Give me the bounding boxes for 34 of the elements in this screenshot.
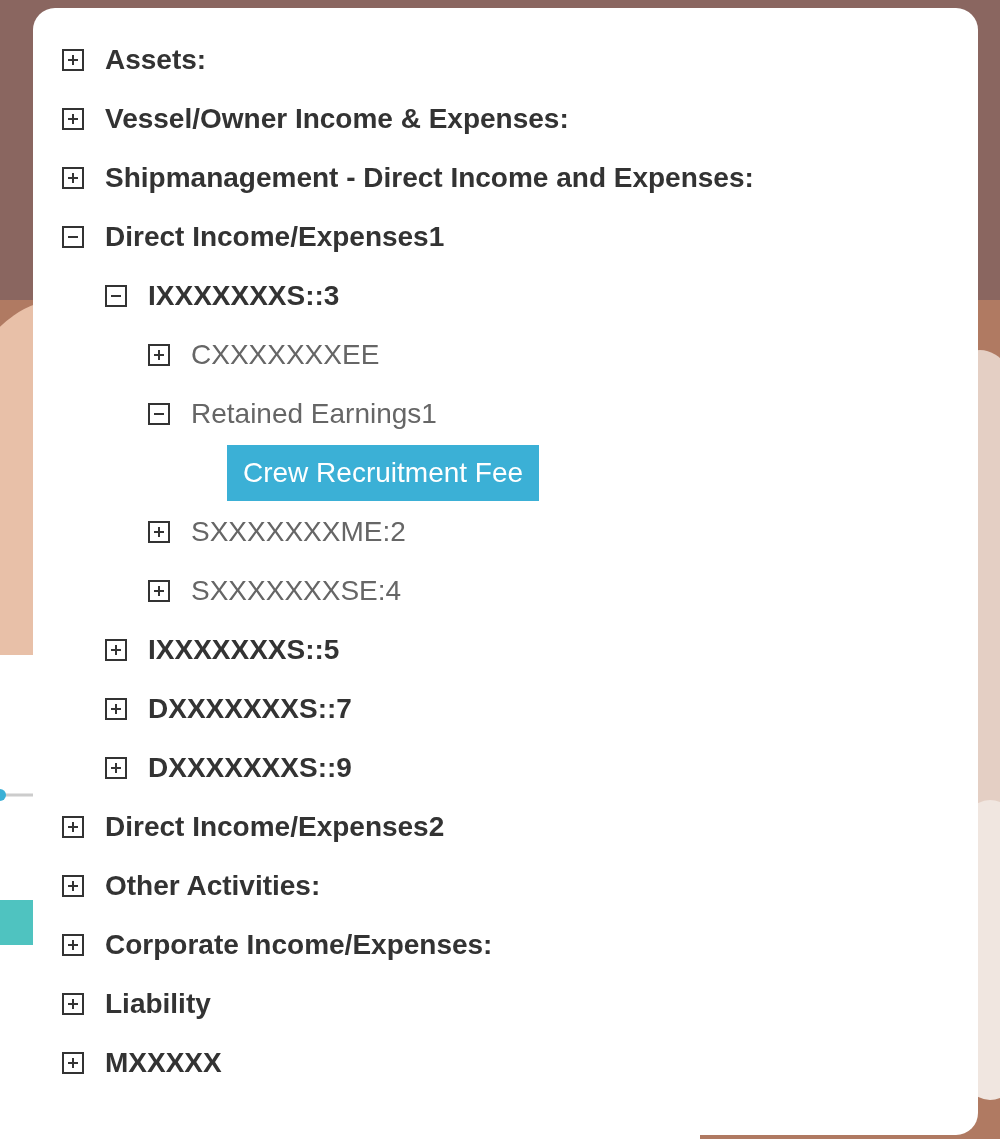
- tree-item[interactable]: Shipmanagement - Direct Income and Expenses:: [105, 161, 754, 194]
- tree-item[interactable]: IXXXXXXXS::5: [148, 633, 340, 666]
- tree-item[interactable]: DXXXXXXXS::9: [148, 751, 352, 784]
- tree-item[interactable]: Corporate Income/Expenses:: [105, 928, 493, 961]
- tree-item[interactable]: Assets:: [105, 43, 207, 76]
- tree-item[interactable]: Other Activities:: [105, 869, 321, 902]
- expand-icon[interactable]: [148, 520, 170, 543]
- expand-icon[interactable]: [105, 697, 127, 720]
- tree-item[interactable]: CXXXXXXXEE: [191, 338, 380, 371]
- collapse-icon[interactable]: [148, 402, 170, 425]
- tree-item[interactable]: IXXXXXXXS::3: [148, 279, 340, 312]
- expand-icon[interactable]: [62, 48, 84, 71]
- tree-item[interactable]: Direct Income/Expenses2: [105, 810, 445, 843]
- expand-icon[interactable]: [62, 166, 84, 189]
- expand-icon[interactable]: [62, 874, 84, 897]
- tree-item[interactable]: Direct Income/Expenses1: [105, 220, 445, 253]
- expand-icon[interactable]: [62, 1051, 84, 1074]
- expand-icon[interactable]: [62, 815, 84, 838]
- expand-icon[interactable]: [105, 756, 127, 779]
- collapse-icon[interactable]: [105, 284, 127, 307]
- expand-icon[interactable]: [148, 343, 170, 366]
- expand-icon[interactable]: [148, 579, 170, 602]
- tree-item[interactable]: Vessel/Owner Income & Expenses:: [105, 102, 569, 135]
- expand-icon[interactable]: [62, 992, 84, 1015]
- collapse-icon[interactable]: [62, 225, 84, 248]
- expand-icon[interactable]: [62, 933, 84, 956]
- tree-item[interactable]: DXXXXXXXS::7: [148, 692, 352, 725]
- expand-icon[interactable]: [62, 107, 84, 130]
- tree-item[interactable]: Liability: [105, 987, 211, 1020]
- tree-item[interactable]: MXXXXX: [105, 1046, 222, 1079]
- tree-item[interactable]: SXXXXXXXSE:4: [191, 574, 402, 607]
- tree-item[interactable]: Retained Earnings1: [191, 397, 437, 430]
- expand-icon[interactable]: [105, 638, 127, 661]
- tree-item[interactable]: SXXXXXXXME:2: [191, 515, 406, 548]
